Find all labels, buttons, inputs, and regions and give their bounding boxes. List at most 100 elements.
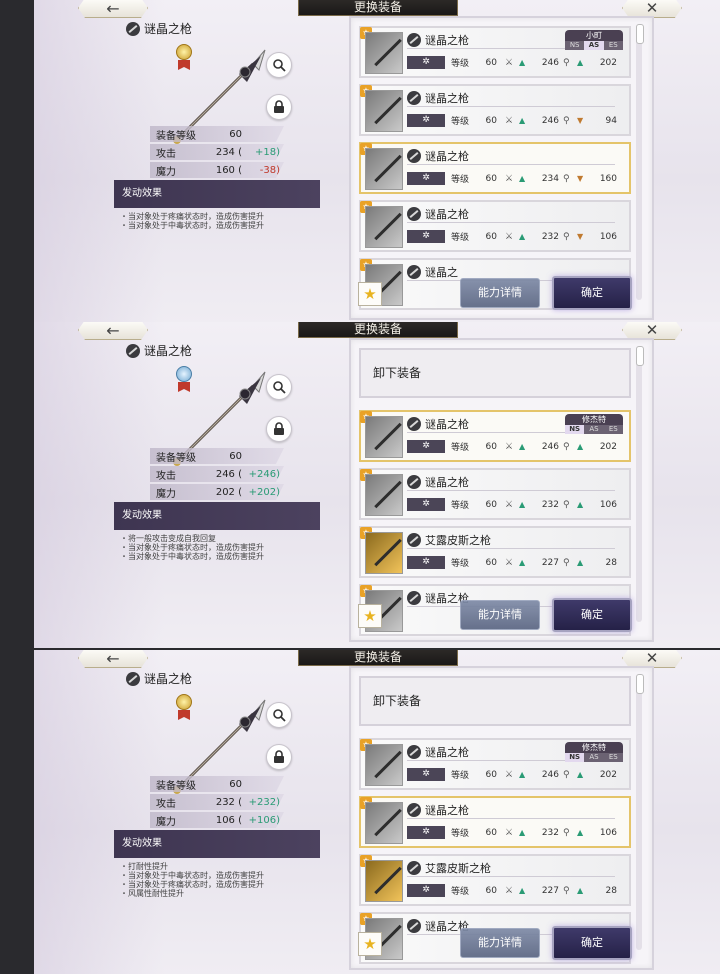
attack-value: 246 <box>541 57 559 68</box>
equipment-card[interactable]: ★谜晶之枪✲等级60⚔▲232⚲▼106 <box>359 200 631 252</box>
effect-item: ・当对象处于疼痛状态时，造成伤害提升 <box>120 212 264 221</box>
stat-row: 攻击 246 (+246) <box>150 466 284 482</box>
stat-value: 232 ( <box>215 796 242 808</box>
effect-list: ・当对象处于疼痛状态时，造成伤害提升 ・当对象处于中毒状态时，造成伤害提升 <box>120 212 264 230</box>
item-name-row: 谜晶之枪 <box>126 342 192 359</box>
equipment-list-panel[interactable]: 卸下装备 ★谜晶之枪✲等级60⚔▲246⚲▲202修杰特NSASES ★ 谜晶之枪 ✲ 等… <box>349 666 654 970</box>
attack-value: 232 <box>541 499 559 510</box>
spear-type-icon <box>126 343 140 358</box>
magnify-button[interactable] <box>266 374 292 400</box>
equipment-screen: ← 更换装备 ✕ 谜晶之枪 装备等级 60 攻击 234 (+18) 魔力 160 (-38) 发动… <box>34 0 720 326</box>
mag-trend-icon: ▲ <box>577 58 584 67</box>
equipment-card[interactable]: ★谜晶之枪✲等级60⚔▲246⚲▼94 <box>359 84 631 136</box>
level-label: 等级 <box>451 501 470 511</box>
equipment-list-panel[interactable]: ★谜晶之枪✲等级60⚔▲246⚲▲202小町NSASES★谜晶之枪✲等级60⚔▲… <box>349 16 654 320</box>
atk-trend-icon: ▲ <box>519 500 526 509</box>
equipment-card[interactable]: ★谜晶之枪✲等级60⚔▲234⚲▼160 <box>359 142 631 194</box>
magnify-button[interactable] <box>266 702 292 728</box>
spear-type-icon <box>407 91 421 105</box>
weapon-thumbnail <box>365 474 403 516</box>
sword-icon: ⚔ <box>505 557 514 568</box>
stat-label: 装备等级 <box>156 452 196 464</box>
scrollbar[interactable] <box>636 674 644 950</box>
stat-row: 魔力 106 (+106) <box>150 812 284 828</box>
atk-trend-icon: ▲ <box>519 770 526 779</box>
card-name-row: 谜晶之枪 <box>407 416 469 432</box>
magic-value: 94 <box>605 115 617 126</box>
ability-detail-button[interactable]: 能力详情 <box>460 278 540 308</box>
stats-table: 装备等级 60 攻击 234 (+18) 魔力 160 (-38) <box>150 126 284 180</box>
stat-delta: +246) <box>248 468 280 480</box>
stat-row: 装备等级 60 <box>150 448 284 464</box>
magic-value: 202 <box>599 57 617 68</box>
stat-label: 魔力 <box>156 488 176 500</box>
ability-detail-button[interactable]: 能力详情 <box>460 600 540 630</box>
back-button[interactable]: ← <box>78 0 148 18</box>
card-name: 谜晶之枪 <box>425 804 469 817</box>
back-button[interactable]: ← <box>78 322 148 340</box>
spear-type-icon <box>407 591 421 605</box>
equipment-list-panel[interactable]: 卸下装备★谜晶之枪✲等级60⚔▲246⚲▲202修杰特NSASES★谜晶之枪✲等… <box>349 338 654 642</box>
lock-button[interactable] <box>266 416 292 442</box>
card-name-row: 谜晶之枪 <box>407 802 469 818</box>
sword-icon: ⚔ <box>505 499 514 510</box>
favorite-star-button[interactable]: ★ <box>358 932 382 956</box>
card-name-row: 艾露皮斯之枪 <box>407 860 491 876</box>
magnify-button[interactable] <box>266 52 292 78</box>
effect-item: ・风属性耐性提升 <box>120 889 184 898</box>
equipment-card[interactable]: ★谜晶之枪✲等级60⚔▲232⚲▲106 <box>359 468 631 520</box>
page-title: 更换装备 <box>298 0 458 16</box>
equipment-card[interactable]: ★谜晶之枪✲等级60⚔▲246⚲▲202小町NSASES <box>359 26 631 78</box>
level-label: 等级 <box>451 887 470 897</box>
item-name: 谜晶之枪 <box>144 22 193 36</box>
mag-trend-icon: ▼ <box>577 116 584 125</box>
weapon-thumbnail <box>365 744 403 786</box>
attack-value: 246 <box>541 441 559 452</box>
equipment-card[interactable]: ★谜晶之枪✲等级60⚔▲246⚲▲202修杰特NSASES <box>359 738 631 790</box>
attack-value: 246 <box>541 115 559 126</box>
mag-trend-icon: ▲ <box>577 828 584 837</box>
unequip-button[interactable]: 卸下装备 <box>359 348 631 398</box>
equipment-card[interactable]: ★艾露皮斯之枪✲等级60⚔▲227⚲▲28 <box>359 526 631 578</box>
staff-icon: ⚲ <box>563 441 570 452</box>
level-value: 60 <box>485 115 497 126</box>
card-stats: ✲ 等级 60 ⚔ ▲ 232 ⚲ ▲ 106 <box>407 498 627 511</box>
equipment-card[interactable]: ★艾露皮斯之枪✲等级60⚔▲227⚲▲28 <box>359 854 631 906</box>
confirm-button[interactable]: 确定 <box>552 598 632 632</box>
magic-value: 160 <box>599 173 617 184</box>
card-stats: ✲ 等级 60 ⚔ ▲ 227 ⚲ ▲ 28 <box>407 556 627 569</box>
confirm-button[interactable]: 确定 <box>552 926 632 960</box>
equipment-card[interactable]: ★谜晶之枪✲等级60⚔▲246⚲▲202修杰特NSASES <box>359 410 631 462</box>
favorite-star-button[interactable]: ★ <box>358 604 382 628</box>
unequip-button[interactable]: 卸下装备 <box>359 676 631 726</box>
mag-trend-icon: ▼ <box>577 232 584 241</box>
back-button[interactable]: ← <box>78 650 148 668</box>
staff-icon: ⚲ <box>563 499 570 510</box>
crystal-icon: ✲ <box>407 556 445 569</box>
equipment-screen: ← 更换装备 ✕ 谜晶之枪 装备等级 60 攻击 232 (+232) 魔力 106 (+106)… <box>34 650 720 974</box>
weapon-thumbnail <box>365 90 403 132</box>
weapon-thumbnail <box>365 532 403 574</box>
lock-icon <box>274 100 284 113</box>
stat-row: 魔力 202 (+202) <box>150 484 284 500</box>
stat-delta: +232) <box>248 796 280 808</box>
spear-type-icon <box>407 475 421 489</box>
lock-button[interactable] <box>266 744 292 770</box>
effect-item: ・当对象处于中毒状态时，造成伤害提升 <box>120 552 264 561</box>
stat-value: 234 ( <box>215 146 242 158</box>
owner-tag: 修杰特 NS AS ES <box>565 414 623 434</box>
scrollbar[interactable] <box>636 24 644 300</box>
ability-detail-button[interactable]: 能力详情 <box>460 928 540 958</box>
mag-trend-icon: ▲ <box>577 500 584 509</box>
spear-type-icon <box>407 207 421 221</box>
lock-button[interactable] <box>266 94 292 120</box>
attack-value: 227 <box>541 885 559 896</box>
equipment-card[interactable]: ★谜晶之枪✲等级60⚔▲232⚲▲106 <box>359 796 631 848</box>
stat-row: 攻击 234 (+18) <box>150 144 284 160</box>
scrollbar[interactable] <box>636 346 644 622</box>
crystal-icon: ✲ <box>407 114 445 127</box>
effect-title: 发动效果 <box>114 830 320 858</box>
crystal-icon: ✲ <box>407 826 445 839</box>
confirm-button[interactable]: 确定 <box>552 276 632 310</box>
favorite-star-button[interactable]: ★ <box>358 282 382 306</box>
